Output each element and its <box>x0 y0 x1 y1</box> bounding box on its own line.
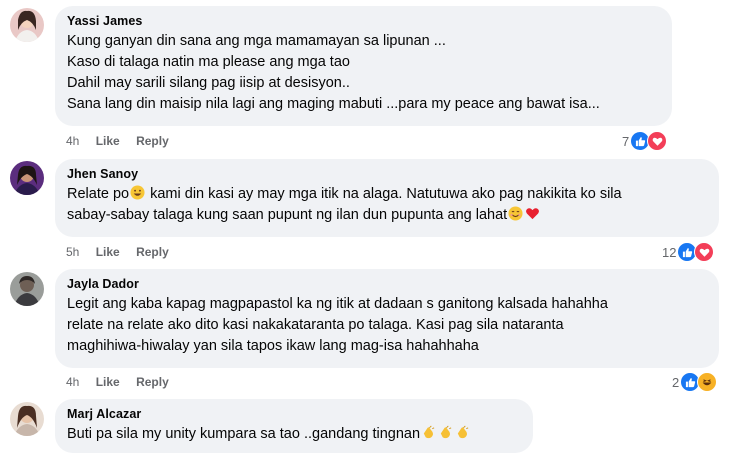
comment-text-line: Legit ang kaba kapag magpapastol ka ng i… <box>67 296 608 312</box>
grinning-smile-emoji-icon <box>130 185 145 200</box>
comment-text-line: Kung ganyan din sana ang mga mamamayan s… <box>67 33 446 49</box>
clapping-hands-emoji-icon <box>440 425 452 439</box>
comment-actions: 5h Like Reply <box>66 244 182 260</box>
avatar[interactable] <box>10 8 44 42</box>
love-icon <box>694 242 715 262</box>
avatar[interactable] <box>10 272 44 306</box>
reaction-summary[interactable]: 12 <box>662 242 715 262</box>
comment-text: sabay-sabay talaga kung saan pupunt ng i… <box>67 207 508 223</box>
clapping-hands-emoji-icon <box>423 425 435 439</box>
reaction-summary[interactable]: 2 <box>672 372 718 392</box>
author-name[interactable]: Yassi James <box>67 13 660 29</box>
avatar[interactable] <box>10 402 44 436</box>
comment-bubble: Jayla Dador Legit ang kaba kapag magpapa… <box>55 269 719 368</box>
timestamp[interactable]: 5h <box>66 244 79 260</box>
avatar[interactable] <box>10 161 44 195</box>
reply-button[interactable]: Reply <box>136 133 169 149</box>
comment-bubble: Jhen Sanoy Relate po kami din kasi ay ma… <box>55 159 719 237</box>
author-name[interactable]: Marj Alcazar <box>67 406 521 422</box>
comment-actions: 4h Like Reply <box>66 374 182 390</box>
timestamp[interactable]: 4h <box>66 374 79 390</box>
comment-text-line: maghihiwa-hiwalay yan sila tapos ikaw la… <box>67 338 479 354</box>
reply-button[interactable]: Reply <box>136 374 169 390</box>
comment-text-line: Sana lang din maisip nila lagi ang magin… <box>67 96 600 112</box>
author-name[interactable]: Jhen Sanoy <box>67 166 707 182</box>
comment-text: kami din kasi ay may mga itik na alaga. … <box>146 186 622 202</box>
like-button[interactable]: Like <box>96 374 120 390</box>
comment-bubble: Marj Alcazar Buti pa sila my unity kumpa… <box>55 399 533 453</box>
reply-button[interactable]: Reply <box>136 244 169 260</box>
timestamp[interactable]: 4h <box>66 133 79 149</box>
reaction-count: 7 <box>622 133 630 149</box>
comment-text-line: Dahil may sarili silang pag iisip at des… <box>67 75 350 91</box>
reaction-summary[interactable]: 7 <box>622 131 668 151</box>
comment-text-line: Relate po kami din kasi ay may mga itik … <box>67 184 707 205</box>
reaction-count: 12 <box>662 244 677 260</box>
comment-text-line: Buti pa sila my unity kumpara sa tao ..g… <box>67 424 521 445</box>
red-heart-emoji-icon <box>526 208 540 220</box>
profile-photo-icon <box>10 161 44 195</box>
profile-photo-icon <box>10 272 44 306</box>
haha-icon <box>697 372 718 392</box>
author-name[interactable]: Jayla Dador <box>67 276 707 292</box>
like-button[interactable]: Like <box>96 133 120 149</box>
smiling-face-emoji-icon <box>508 206 523 221</box>
comment-text-line: relate na relate ako dito kasi nakakatar… <box>67 317 564 333</box>
reaction-count: 2 <box>672 374 680 390</box>
comment-text: Relate po <box>67 186 130 202</box>
comment-text-line: Kaso di talaga natin ma please ang mga t… <box>67 54 350 70</box>
clapping-hands-emoji-icon <box>457 425 469 439</box>
comment-actions: 4h Like Reply <box>66 133 182 149</box>
profile-photo-icon <box>10 8 44 42</box>
comment-bubble: Yassi James Kung ganyan din sana ang mga… <box>55 6 672 126</box>
comment-text-line: sabay-sabay talaga kung saan pupunt ng i… <box>67 205 707 226</box>
comment-text: Buti pa sila my unity kumpara sa tao ..g… <box>67 426 421 442</box>
love-icon <box>647 131 668 151</box>
like-button[interactable]: Like <box>96 244 120 260</box>
profile-photo-icon <box>10 402 44 436</box>
